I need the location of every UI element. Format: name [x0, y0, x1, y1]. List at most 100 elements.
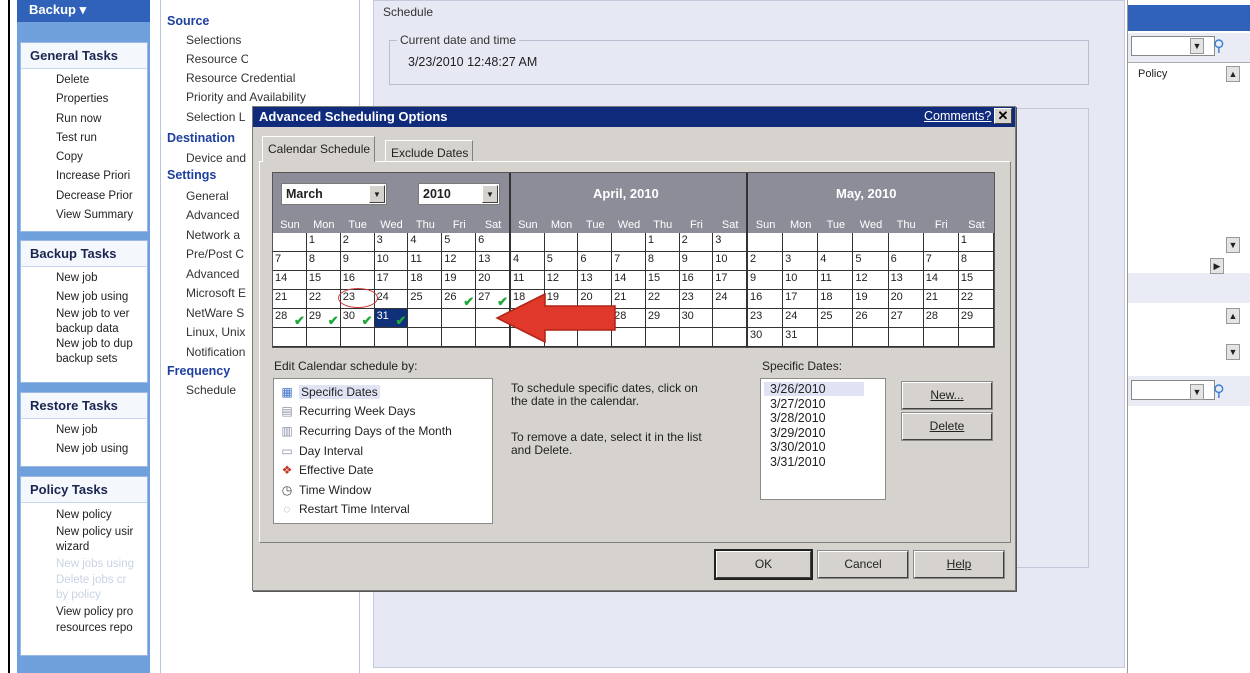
day-cell[interactable]	[818, 233, 854, 252]
option-effective-date[interactable]: ❖ Effective Date	[280, 463, 374, 477]
comments-link[interactable]: Comments?	[924, 109, 991, 123]
day-cell[interactable]: 21	[273, 290, 307, 309]
specific-date-item[interactable]: 3/27/2010	[764, 397, 864, 411]
option-recurring-week-days[interactable]: ▤ Recurring Week Days	[280, 404, 415, 418]
day-cell[interactable]: 13	[476, 252, 510, 271]
day-cell[interactable]: 4	[511, 252, 545, 271]
scroll-right-icon[interactable]: ▶	[1210, 258, 1224, 274]
day-cell[interactable]: 14	[273, 271, 307, 290]
day-cell[interactable]	[612, 233, 646, 252]
day-cell[interactable]: 14	[612, 271, 646, 290]
task-new-policy[interactable]: New policy	[21, 506, 147, 525]
day-cell[interactable]: 19	[442, 271, 477, 290]
scroll-up-icon[interactable]: ▲	[1226, 66, 1240, 82]
right-combo-2-dropdown[interactable]: ▼	[1190, 384, 1204, 400]
day-cell[interactable]: 8	[645, 252, 680, 271]
ok-button[interactable]: OK	[714, 549, 813, 580]
option-day-interval[interactable]: ▭ Day Interval	[280, 444, 363, 458]
day-cell[interactable]: 6	[888, 252, 924, 271]
day-cell[interactable]	[511, 233, 545, 252]
task-view-policy[interactable]: View policy pro	[21, 603, 147, 621]
option-recurring-days-month[interactable]: ▥ Recurring Days of the Month	[280, 424, 451, 438]
nav-network[interactable]: Network a	[186, 228, 248, 242]
nav-selection-list[interactable]: Selection L	[186, 110, 248, 124]
day-cell[interactable]	[442, 309, 477, 328]
day-cell[interactable]: 10	[783, 271, 819, 290]
nav-resource-order[interactable]: Resource Order	[186, 52, 248, 66]
task-new-job[interactable]: New job	[21, 269, 147, 288]
task-new-policy-using[interactable]: New policy usir	[21, 525, 147, 539]
day-cell[interactable]	[340, 328, 375, 347]
day-cell[interactable]: 3	[783, 252, 819, 271]
day-cell[interactable]: 14	[923, 271, 959, 290]
task-new-job-dup-2[interactable]: backup sets	[21, 351, 147, 368]
nav-selections[interactable]: Selections	[186, 33, 248, 47]
day-cell[interactable]	[273, 328, 307, 347]
day-cell[interactable]: 31 ✔	[374, 309, 409, 328]
nav-advanced[interactable]: Advanced	[186, 208, 248, 222]
day-cell[interactable]	[713, 309, 747, 328]
day-cell[interactable]	[888, 328, 924, 347]
task-new-job-verify[interactable]: New job to ver	[21, 308, 147, 321]
day-cell[interactable]: 30	[748, 328, 784, 347]
day-cell[interactable]: 25	[818, 309, 854, 328]
option-restart-interval[interactable]: ◌ Restart Time Interval	[280, 502, 409, 516]
day-cell[interactable]	[273, 233, 307, 252]
scroll-down-2-icon[interactable]: ▼	[1226, 344, 1240, 360]
day-cell[interactable]: 9	[748, 271, 784, 290]
day-cell[interactable]: 27	[888, 309, 924, 328]
day-cell[interactable]: 18	[818, 290, 854, 309]
day-cell[interactable]: 24	[783, 309, 819, 328]
day-cell[interactable]: 28	[923, 309, 959, 328]
tab-exclude-dates[interactable]: Exclude Dates	[385, 140, 474, 162]
day-cell[interactable]	[783, 233, 819, 252]
day-cell[interactable]: 2	[748, 252, 784, 271]
day-cell[interactable]: 24	[374, 290, 409, 309]
day-cell[interactable]: 23	[748, 309, 784, 328]
day-cell[interactable]	[679, 328, 714, 347]
day-cell[interactable]: 30 ✔	[340, 309, 375, 328]
task-new-policy-wizard[interactable]: wizard	[21, 539, 147, 555]
day-cell[interactable]: 25	[408, 290, 443, 309]
day-cell[interactable]: 29	[958, 309, 994, 328]
day-cell[interactable]: 17	[374, 271, 409, 290]
task-delete[interactable]: Delete	[21, 71, 147, 90]
day-cell[interactable]	[578, 233, 613, 252]
task-restore-new-job[interactable]: New job	[21, 421, 147, 440]
day-cell[interactable]: 22	[306, 290, 341, 309]
delete-date-button[interactable]: Delete	[901, 412, 993, 441]
day-cell[interactable]: 10	[374, 252, 409, 271]
day-cell[interactable]: 11	[818, 271, 854, 290]
nav-notification[interactable]: Notification	[186, 345, 248, 359]
nav-microsoft[interactable]: Microsoft E	[186, 286, 248, 300]
day-cell[interactable]: 20	[476, 271, 510, 290]
year-select[interactable]: 2010 ▼	[418, 183, 500, 205]
filter-2-icon[interactable]: ⚲	[1213, 381, 1225, 401]
nav-priority[interactable]: Priority and Availability	[186, 90, 316, 104]
day-cell[interactable]: 12	[544, 271, 579, 290]
day-cell[interactable]: 22	[645, 290, 680, 309]
task-view-policy-2[interactable]: resources repo	[21, 621, 147, 635]
day-cell[interactable]: 17	[783, 290, 819, 309]
task-view-summary[interactable]: View Summary	[21, 206, 147, 225]
task-run-now[interactable]: Run now	[21, 110, 147, 129]
specific-date-item[interactable]: 3/26/2010	[764, 382, 864, 396]
task-decrease-priority[interactable]: Decrease Prior	[21, 187, 147, 206]
day-cell[interactable]: 24	[713, 290, 747, 309]
day-cell[interactable]	[888, 233, 924, 252]
backup-menu[interactable]: Backup ▾	[17, 0, 150, 22]
day-cell[interactable]	[544, 233, 579, 252]
day-cell[interactable]: 26 ✔	[442, 290, 477, 309]
day-cell[interactable]: 16	[748, 290, 784, 309]
day-cell[interactable]: 26	[853, 309, 889, 328]
day-cell[interactable]: 8	[306, 252, 341, 271]
day-cell[interactable]: 1	[645, 233, 680, 252]
task-test-run[interactable]: Test run	[21, 129, 147, 148]
task-new-job-dup[interactable]: New job to dup	[21, 338, 147, 351]
nav-general[interactable]: General	[186, 189, 248, 203]
day-cell[interactable]: 12	[442, 252, 477, 271]
day-cell[interactable]: 3	[713, 233, 747, 252]
day-cell[interactable]: 4	[408, 233, 443, 252]
task-new-job-verify-2[interactable]: backup data	[21, 321, 147, 338]
specific-date-item[interactable]: 3/30/2010	[764, 440, 864, 454]
